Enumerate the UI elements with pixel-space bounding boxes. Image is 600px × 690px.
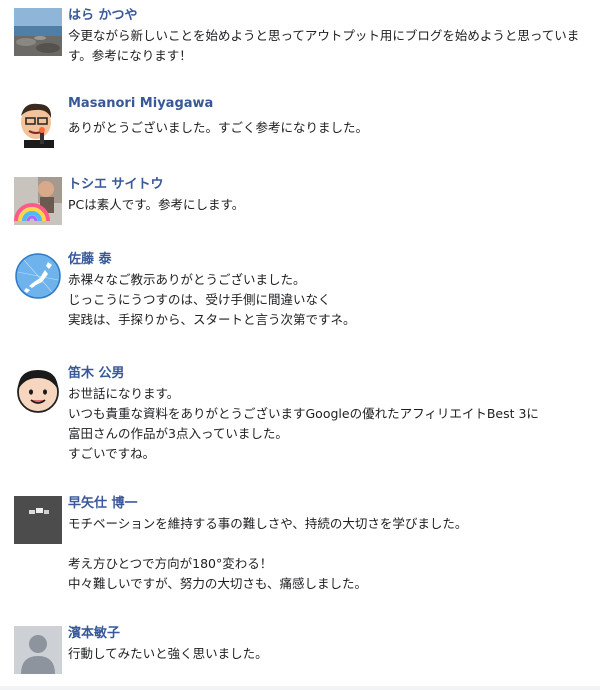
dark-photo-icon [14,496,62,544]
comment-line: PCは素人です。参考にします。 [68,197,245,212]
avatar[interactable] [14,496,62,544]
avatar[interactable] [14,177,62,225]
comment-text: モチベーションを維持する事の難しさや、持続の大切さを学びました。 考え方ひとつで… [68,514,594,594]
comment-line: モチベーションを維持する事の難しさや、持続の大切さを学びました。 [68,516,468,531]
default-user-icon [14,626,62,674]
comment-line: すごいですね。 [68,446,156,461]
comment-text: PCは素人です。参考にします。 [68,195,594,215]
commenter-name[interactable]: 早矢仕 博一 [68,492,138,511]
cartoon-man-avatar-icon [14,100,62,148]
comment-line: お世話になります。 [68,386,180,401]
commenter-name[interactable]: 濱本敏子 [68,622,120,641]
comment-text: ありがとうございました。すごく参考になりました。 [68,118,594,138]
comment-text: お世話になります。 いつも貴重な資料をありがとうございますGoogleの優れたア… [68,384,594,464]
comment-line: 富田さんの作品が3点入っていました。 [68,426,288,441]
avatar[interactable] [14,100,62,148]
seaside-photo-icon [14,8,62,56]
comment-line: 中々難しいですが、努力の大切さも、痛感しました。 [68,576,368,591]
comment-text: 行動してみたいと強く思いました。 [68,644,594,664]
avatar[interactable] [14,252,62,300]
commenter-name[interactable]: トシエ サイトウ [68,173,164,192]
commenter-name[interactable]: Masanori Miyagawa [68,96,213,111]
avatar[interactable] [14,366,62,414]
comment-line: ありがとうございました。すごく参考になりました。 [68,120,369,135]
comment-line: 考え方ひとつで方向が180°変わる！ [68,556,273,571]
comment-line [68,534,594,554]
rainbow-photo-icon [14,177,62,225]
commenter-name[interactable]: 佐藤 泰 [68,248,112,267]
comment-line: 今更ながら新しいことを始めようと思ってアウトプット用にブログを始めようと思ってい… [68,28,580,63]
commenter-name[interactable]: はら かつや [68,4,138,23]
comment-line: 行動してみたいと強く思いました。 [68,646,268,661]
avatar[interactable] [14,626,62,674]
comment-line: 赤裸々なご教示ありがとうございました。 [68,272,306,287]
comment-text: 赤裸々なご教示ありがとうございました。 じっこうにうつすのは、受け手側に間違いな… [68,270,594,330]
avatar[interactable] [14,8,62,56]
comment-line: 実践は、手探りから、スタートと言う次第ですネ。 [68,312,356,327]
bottom-divider [0,686,600,690]
comment-text: 今更ながら新しいことを始めようと思ってアウトプット用にブログを始めようと思ってい… [68,26,594,66]
japan-map-icon [14,252,62,300]
cartoon-face-avatar-icon [14,366,62,414]
comment-line: じっこうにうつすのは、受け手側に間違いなく [68,292,331,307]
comment-line: いつも貴重な資料をありがとうございますGoogleの優れたアフィリエイトBest… [68,406,539,421]
commenter-name[interactable]: 笛木 公男 [68,362,125,381]
